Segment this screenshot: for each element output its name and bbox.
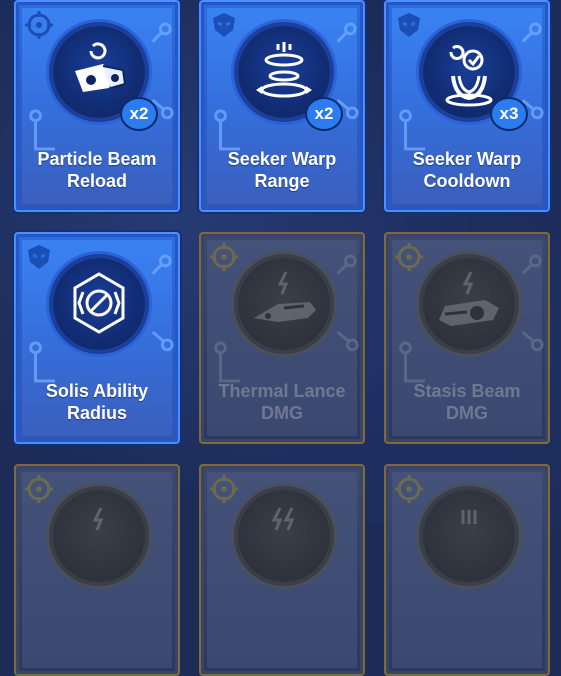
faction-icon xyxy=(213,13,235,37)
card-label: Thermal Lance DMG xyxy=(218,381,346,423)
crosshair-icon xyxy=(210,243,238,271)
lightning-icon xyxy=(53,490,145,582)
card-label: Particle Beam Reload xyxy=(37,149,157,191)
faction-icon xyxy=(28,245,50,269)
upgrade-card-particle-beam-reload[interactable]: x2 Particle Beam Reload xyxy=(14,0,180,212)
card-label: Stasis Beam DMG xyxy=(413,381,521,423)
multiplier-badge: x3 xyxy=(490,97,528,131)
crosshair-icon xyxy=(210,475,238,503)
crosshair-icon xyxy=(395,243,423,271)
solis-radius-icon xyxy=(53,258,145,350)
crosshair-icon xyxy=(25,475,53,503)
multiplier-badge: x2 xyxy=(305,97,343,131)
card-label: Seeker Warp Cooldown xyxy=(412,149,522,191)
thermal-lance-icon xyxy=(238,258,330,350)
card-label: Seeker Warp Range xyxy=(227,149,337,191)
lightning-icon xyxy=(238,490,330,582)
upgrade-card-locked[interactable] xyxy=(14,464,180,676)
faction-icon xyxy=(398,13,420,37)
card-label: Solis Ability Radius xyxy=(45,381,149,423)
upgrade-card-stasis-beam-dmg[interactable]: Stasis Beam DMG xyxy=(384,232,550,444)
missile-icon xyxy=(423,490,515,582)
upgrade-card-locked[interactable] xyxy=(199,464,365,676)
stasis-beam-icon xyxy=(423,258,515,350)
upgrade-card-locked[interactable] xyxy=(384,464,550,676)
multiplier-badge: x2 xyxy=(120,97,158,131)
upgrade-card-thermal-lance-dmg[interactable]: Thermal Lance DMG xyxy=(199,232,365,444)
crosshair-icon xyxy=(395,475,423,503)
upgrade-card-seeker-warp-cooldown[interactable]: x3 Seeker Warp Cooldown xyxy=(384,0,550,212)
upgrade-card-seeker-warp-range[interactable]: x2 Seeker Warp Range xyxy=(199,0,365,212)
upgrade-card-solis-ability-radius[interactable]: Solis Ability Radius xyxy=(14,232,180,444)
crosshair-icon xyxy=(25,11,53,39)
